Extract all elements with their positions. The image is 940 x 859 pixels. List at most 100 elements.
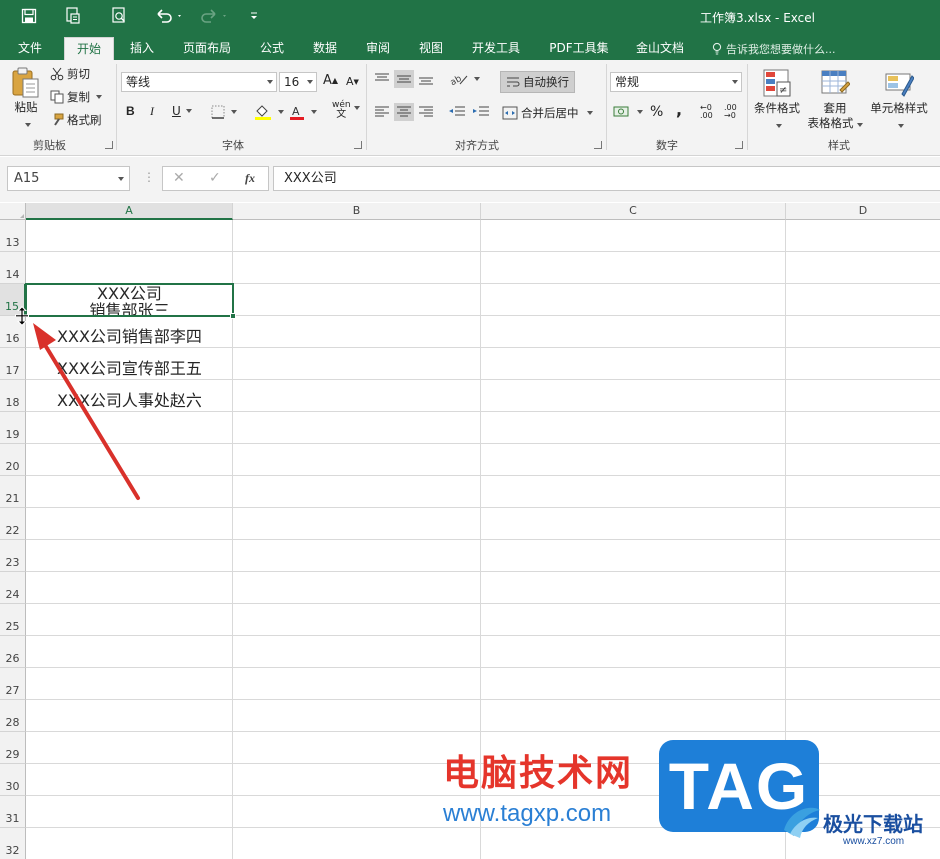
fill-handle[interactable] xyxy=(230,313,236,319)
tab-view[interactable]: 视图 xyxy=(409,37,453,60)
underline-button[interactable]: U xyxy=(172,104,192,118)
cancel-icon[interactable]: ✕ xyxy=(173,170,185,186)
customize-toolbar-icon[interactable] xyxy=(246,5,262,27)
phonetic-dropdown[interactable] xyxy=(351,106,360,110)
alignment-launcher-icon[interactable] xyxy=(594,141,602,149)
accounting-format-button[interactable] xyxy=(613,105,643,119)
align-center-button[interactable] xyxy=(394,103,414,121)
column-header-b[interactable]: B xyxy=(233,203,481,220)
selected-cell-a15[interactable]: XXX公司 销售部张三 xyxy=(25,283,234,317)
column-header-a[interactable]: A xyxy=(26,203,233,220)
format-painter-button[interactable]: 格式刷 xyxy=(50,112,102,128)
paste-icon[interactable] xyxy=(10,66,42,100)
merge-center-button[interactable]: 合并后居中 xyxy=(502,105,593,121)
decrease-indent-button[interactable] xyxy=(448,105,466,119)
row-header-24[interactable]: 24 xyxy=(0,572,26,604)
cut-button[interactable]: 剪切 xyxy=(50,66,90,82)
row-header-17[interactable]: 17 xyxy=(0,348,26,380)
row-header-28[interactable]: 28 xyxy=(0,700,26,732)
bold-button[interactable]: B xyxy=(126,104,135,118)
print-preview-icon[interactable] xyxy=(62,5,84,27)
align-bottom-button[interactable] xyxy=(418,72,434,86)
conditional-format-dropdown[interactable] xyxy=(772,117,782,132)
tab-review[interactable]: 审阅 xyxy=(356,37,400,60)
align-middle-button[interactable] xyxy=(394,70,414,88)
tab-developer[interactable]: 开发工具 xyxy=(464,37,528,60)
grow-font-button[interactable]: A ▲ xyxy=(323,73,338,88)
font-launcher-icon[interactable] xyxy=(354,141,362,149)
fill-color-button[interactable] xyxy=(254,104,284,120)
align-right-button[interactable] xyxy=(418,105,434,119)
row-header-22[interactable]: 22 xyxy=(0,508,26,540)
percent-button[interactable]: % xyxy=(650,104,663,120)
tab-home[interactable]: 开始 xyxy=(64,37,114,60)
enter-icon[interactable]: ✓ xyxy=(209,170,221,186)
tab-insert[interactable]: 插入 xyxy=(120,37,164,60)
cell-styles-icon[interactable] xyxy=(884,68,915,98)
increase-indent-button[interactable] xyxy=(472,105,490,119)
insert-function-icon[interactable]: fx xyxy=(245,171,255,186)
number-launcher-icon[interactable] xyxy=(735,141,743,149)
font-color-button[interactable]: A xyxy=(289,104,317,120)
row-header-13[interactable]: 13 xyxy=(0,220,26,252)
paste-dropdown[interactable] xyxy=(21,116,31,131)
formula-input[interactable]: XXX公司 xyxy=(273,166,940,191)
row-header-18[interactable]: 18 xyxy=(0,380,26,412)
orientation-button[interactable]: ab xyxy=(450,72,480,86)
cell-styles-dropdown[interactable] xyxy=(894,117,904,132)
row-header-14[interactable]: 14 xyxy=(0,252,26,284)
align-top-button[interactable] xyxy=(374,72,390,86)
print-icon[interactable] xyxy=(108,5,130,27)
row-header-32[interactable]: 32 xyxy=(0,828,26,859)
column-header-c[interactable]: C xyxy=(481,203,786,220)
column-header-d[interactable]: D xyxy=(786,203,940,220)
font-size-select[interactable]: 16 xyxy=(279,72,317,92)
shrink-font-button[interactable]: A ▼ xyxy=(346,75,359,88)
row-number: 19 xyxy=(5,428,20,441)
wrap-text-button[interactable]: 自动换行 xyxy=(500,71,575,93)
row-header-20[interactable]: 20 xyxy=(0,444,26,476)
clipboard-launcher-icon[interactable] xyxy=(105,141,113,149)
row-header-29[interactable]: 29 xyxy=(0,732,26,764)
tab-formulas[interactable]: 公式 xyxy=(250,37,294,60)
select-all-corner[interactable] xyxy=(0,203,26,220)
number-format-select[interactable]: 常规 xyxy=(610,72,742,92)
row-header-23[interactable]: 23 xyxy=(0,540,26,572)
redo-icon[interactable] xyxy=(197,5,231,27)
tab-page-layout[interactable]: 页面布局 xyxy=(176,37,238,60)
row-number: 27 xyxy=(5,684,20,697)
phonetic-button[interactable]: wén 文 xyxy=(332,100,351,120)
row-header-31[interactable]: 31 xyxy=(0,796,26,828)
borders-button[interactable] xyxy=(211,105,237,119)
align-left-button[interactable] xyxy=(374,105,390,119)
tab-pdf-tools[interactable]: PDF工具集 xyxy=(541,37,617,60)
row-header-27[interactable]: 27 xyxy=(0,668,26,700)
cell-styles-button[interactable]: 单元格样式 xyxy=(866,101,932,116)
row-header-30[interactable]: 30 xyxy=(0,764,26,796)
grid-line xyxy=(26,475,940,476)
tab-kingsoft-docs[interactable]: 金山文档 xyxy=(628,37,692,60)
format-painter-label: 格式刷 xyxy=(67,113,102,127)
comma-button[interactable]: , xyxy=(676,100,682,119)
increase-decimal-button[interactable]: ←0 .00 xyxy=(700,104,720,120)
conditional-format-icon[interactable]: ≠ xyxy=(762,68,792,98)
row-header-25[interactable]: 25 xyxy=(0,604,26,636)
name-box[interactable]: A15 xyxy=(7,166,130,191)
paste-button[interactable]: 粘贴 xyxy=(12,100,40,115)
italic-button[interactable]: I xyxy=(150,104,154,119)
row-number: 18 xyxy=(5,396,20,409)
font-name-select[interactable]: 等线 xyxy=(121,72,277,92)
tell-me-search[interactable]: 告诉我您想要做什么... xyxy=(712,41,836,57)
row-header-21[interactable]: 21 xyxy=(0,476,26,508)
save-icon[interactable] xyxy=(18,5,40,27)
row-header-19[interactable]: 19 xyxy=(0,412,26,444)
undo-icon[interactable] xyxy=(152,5,186,27)
copy-button[interactable]: 复制 xyxy=(50,89,102,105)
conditional-format-button[interactable]: 条件格式 xyxy=(752,101,802,116)
table-format-button[interactable]: 套用 表格格式 xyxy=(805,101,865,131)
decrease-decimal-button[interactable]: .00 →0 xyxy=(724,104,744,120)
tab-data[interactable]: 数据 xyxy=(303,37,347,60)
row-header-26[interactable]: 26 xyxy=(0,636,26,668)
tab-file[interactable]: 文件 xyxy=(6,37,54,60)
table-format-icon[interactable] xyxy=(820,68,851,98)
